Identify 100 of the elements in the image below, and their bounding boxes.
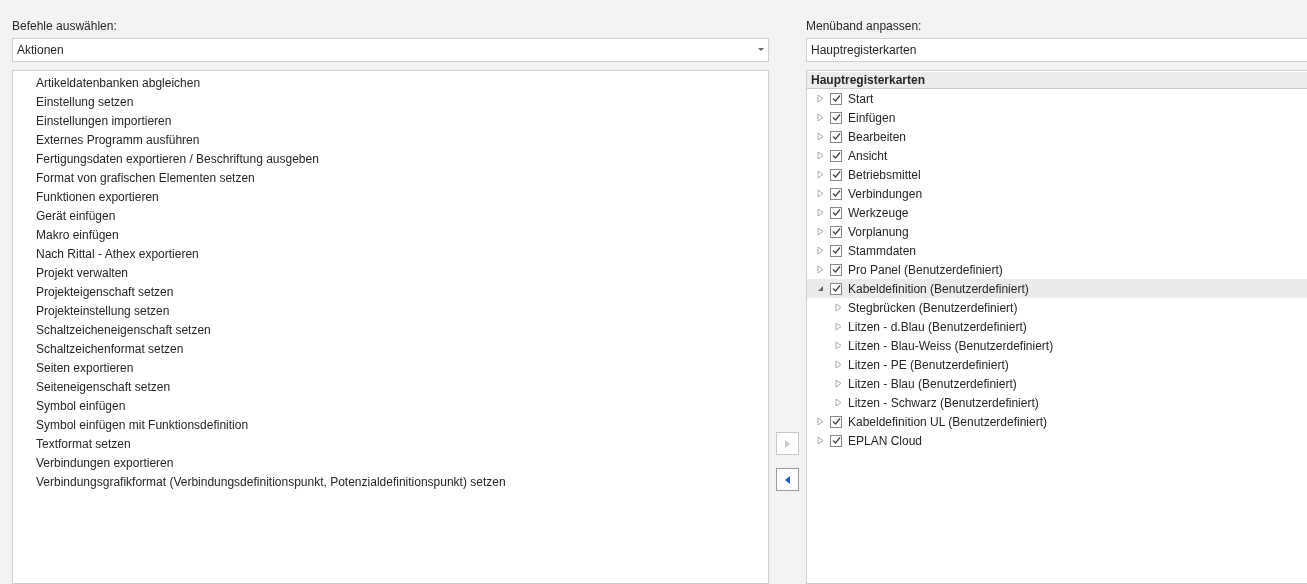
tree-item-label: Litzen - Blau (Benutzerdefiniert) <box>848 375 1017 393</box>
collapsed-caret-icon[interactable] <box>835 341 842 350</box>
checkbox[interactable] <box>830 434 842 447</box>
tree-item[interactable]: Stammdaten <box>807 241 1307 260</box>
checkbox[interactable] <box>830 225 842 238</box>
command-item[interactable]: Verbindungen exportieren <box>13 453 768 472</box>
collapsed-caret-icon[interactable] <box>835 322 842 331</box>
tree-item-label: Verbindungen <box>848 185 923 203</box>
tree-header: Hauptregisterkarten <box>807 72 1307 89</box>
checkbox[interactable] <box>830 187 842 200</box>
command-item[interactable]: Symbol einfügen <box>13 396 768 415</box>
collapsed-caret-icon[interactable] <box>835 398 842 407</box>
ribbon-label: Menüband anpassen: <box>806 18 923 33</box>
checkbox[interactable] <box>830 149 842 162</box>
command-item[interactable]: Fertigungsdaten exportieren / Beschriftung ausgeben <box>13 149 768 168</box>
collapsed-caret-icon[interactable] <box>817 265 824 274</box>
tree-item-label: EPLAN Cloud <box>848 432 923 450</box>
tree-item-label: Einfügen <box>848 109 896 127</box>
tree-item-label: Bearbeiten <box>848 128 907 146</box>
commands-label: Befehle auswählen: <box>12 18 118 33</box>
command-item[interactable]: Funktionen exportieren <box>13 187 768 206</box>
checkbox[interactable] <box>830 168 842 181</box>
tree-item[interactable]: Bearbeiten <box>807 127 1307 146</box>
commands-dropdown[interactable]: Aktionen <box>12 38 769 62</box>
collapsed-caret-icon[interactable] <box>817 132 824 141</box>
command-item[interactable]: Einstellungen importieren <box>13 111 768 130</box>
tree-item[interactable]: Betriebsmittel <box>807 165 1307 184</box>
collapsed-caret-icon[interactable] <box>817 227 824 236</box>
checkbox[interactable] <box>830 282 842 295</box>
ribbon-dropdown[interactable]: Hauptregisterkarten <box>806 38 1307 62</box>
right-arrow-icon <box>785 439 790 448</box>
tree-item-label: Litzen - d.Blau (Benutzerdefiniert) <box>848 318 1027 336</box>
remove-button[interactable] <box>776 468 799 491</box>
collapsed-caret-icon[interactable] <box>835 379 842 388</box>
collapsed-caret-icon[interactable] <box>817 170 824 179</box>
command-item[interactable]: Seiteneigenschaft setzen <box>13 377 768 396</box>
tree-item[interactable]: Litzen - Blau (Benutzerdefiniert) <box>807 374 1307 393</box>
tree-item[interactable]: Litzen - Blau-Weiss (Benutzerdefiniert) <box>807 336 1307 355</box>
tree-item[interactable]: Pro Panel (Benutzerdefiniert) <box>807 260 1307 279</box>
expanded-caret-icon[interactable] <box>817 285 824 292</box>
collapsed-caret-icon[interactable] <box>835 360 842 369</box>
tree-item-label: Kabeldefinition UL (Benutzerdefiniert) <box>848 413 1047 431</box>
tree-item[interactable]: Litzen - d.Blau (Benutzerdefiniert) <box>807 317 1307 336</box>
tree-item-label: Betriebsmittel <box>848 166 921 184</box>
left-arrow-icon <box>785 475 790 484</box>
tree-item-label: Kabeldefinition (Benutzerdefiniert) <box>848 280 1029 298</box>
checkbox[interactable] <box>830 263 842 276</box>
tree-item-label: Start <box>848 90 874 108</box>
command-item[interactable]: Nach Rittal - Athex exportieren <box>13 244 768 263</box>
tree-item[interactable]: Litzen - PE (Benutzerdefiniert) <box>807 355 1307 374</box>
collapsed-caret-icon[interactable] <box>817 113 824 122</box>
tree-item[interactable]: Start <box>807 89 1307 108</box>
command-item[interactable]: Symbol einfügen mit Funktionsdefinition <box>13 415 768 434</box>
collapsed-caret-icon[interactable] <box>835 303 842 312</box>
command-item[interactable]: Textformat setzen <box>13 434 768 453</box>
command-item[interactable]: Makro einfügen <box>13 225 768 244</box>
command-item[interactable]: Format von grafischen Elementen setzen <box>13 168 768 187</box>
checkbox[interactable] <box>830 206 842 219</box>
collapsed-caret-icon[interactable] <box>817 208 824 217</box>
command-item[interactable]: Projekteigenschaft setzen <box>13 282 768 301</box>
tree-item[interactable]: Werkzeuge <box>807 203 1307 222</box>
dropdown-arrow-icon[interactable] <box>758 48 764 52</box>
command-item[interactable]: Verbindungsgrafikformat (Verbindungsdefinitionspunkt, Potenzialdefinitionspunkt) setzen <box>13 472 768 491</box>
collapsed-caret-icon[interactable] <box>817 246 824 255</box>
tree-item-label: Vorplanung <box>848 223 909 241</box>
checkbox[interactable] <box>830 415 842 428</box>
tree-item-label: Stammdaten <box>848 242 917 260</box>
command-item[interactable]: Gerät einfügen <box>13 206 768 225</box>
collapsed-caret-icon[interactable] <box>817 417 824 426</box>
tree-item-label: Litzen - PE (Benutzerdefiniert) <box>848 356 1009 374</box>
command-item[interactable]: Schaltzeichenformat setzen <box>13 339 768 358</box>
collapsed-caret-icon[interactable] <box>817 94 824 103</box>
tree-item-label: Pro Panel (Benutzerdefiniert) <box>848 261 1003 279</box>
checkbox[interactable] <box>830 130 842 143</box>
tree-item[interactable]: Kabeldefinition UL (Benutzerdefiniert) <box>807 412 1307 431</box>
collapsed-caret-icon[interactable] <box>817 151 824 160</box>
command-item[interactable]: Seiten exportieren <box>13 358 768 377</box>
command-item[interactable]: Schaltzeicheneigenschaft setzen <box>13 320 768 339</box>
tree-item[interactable]: Ansicht <box>807 146 1307 165</box>
tree-item[interactable]: Stegbrücken (Benutzerdefiniert) <box>807 298 1307 317</box>
tree-item-label: Litzen - Blau-Weiss (Benutzerdefiniert) <box>848 337 1054 355</box>
tree-item[interactable]: Litzen - Schwarz (Benutzerdefiniert) <box>807 393 1307 412</box>
checkbox[interactable] <box>830 111 842 124</box>
command-item[interactable]: Einstellung setzen <box>13 92 768 111</box>
tree-item[interactable]: Kabeldefinition (Benutzerdefiniert) <box>807 279 1307 298</box>
collapsed-caret-icon[interactable] <box>817 436 824 445</box>
collapsed-caret-icon[interactable] <box>817 189 824 198</box>
command-item[interactable]: Artikeldatenbanken abgleichen <box>13 73 768 92</box>
tree-item[interactable]: Einfügen <box>807 108 1307 127</box>
command-item[interactable]: Projekteinstellung setzen <box>13 301 768 320</box>
tree-item[interactable]: EPLAN Cloud <box>807 431 1307 450</box>
tree-item-label: Litzen - Schwarz (Benutzerdefiniert) <box>848 394 1039 412</box>
tree-item-label: Stegbrücken (Benutzerdefiniert) <box>848 299 1018 317</box>
command-item[interactable]: Externes Programm ausführen <box>13 130 768 149</box>
tree-item[interactable]: Vorplanung <box>807 222 1307 241</box>
tree-item[interactable]: Verbindungen <box>807 184 1307 203</box>
tree-item-label: Werkzeuge <box>848 204 909 222</box>
checkbox[interactable] <box>830 92 842 105</box>
command-item[interactable]: Projekt verwalten <box>13 263 768 282</box>
checkbox[interactable] <box>830 244 842 257</box>
